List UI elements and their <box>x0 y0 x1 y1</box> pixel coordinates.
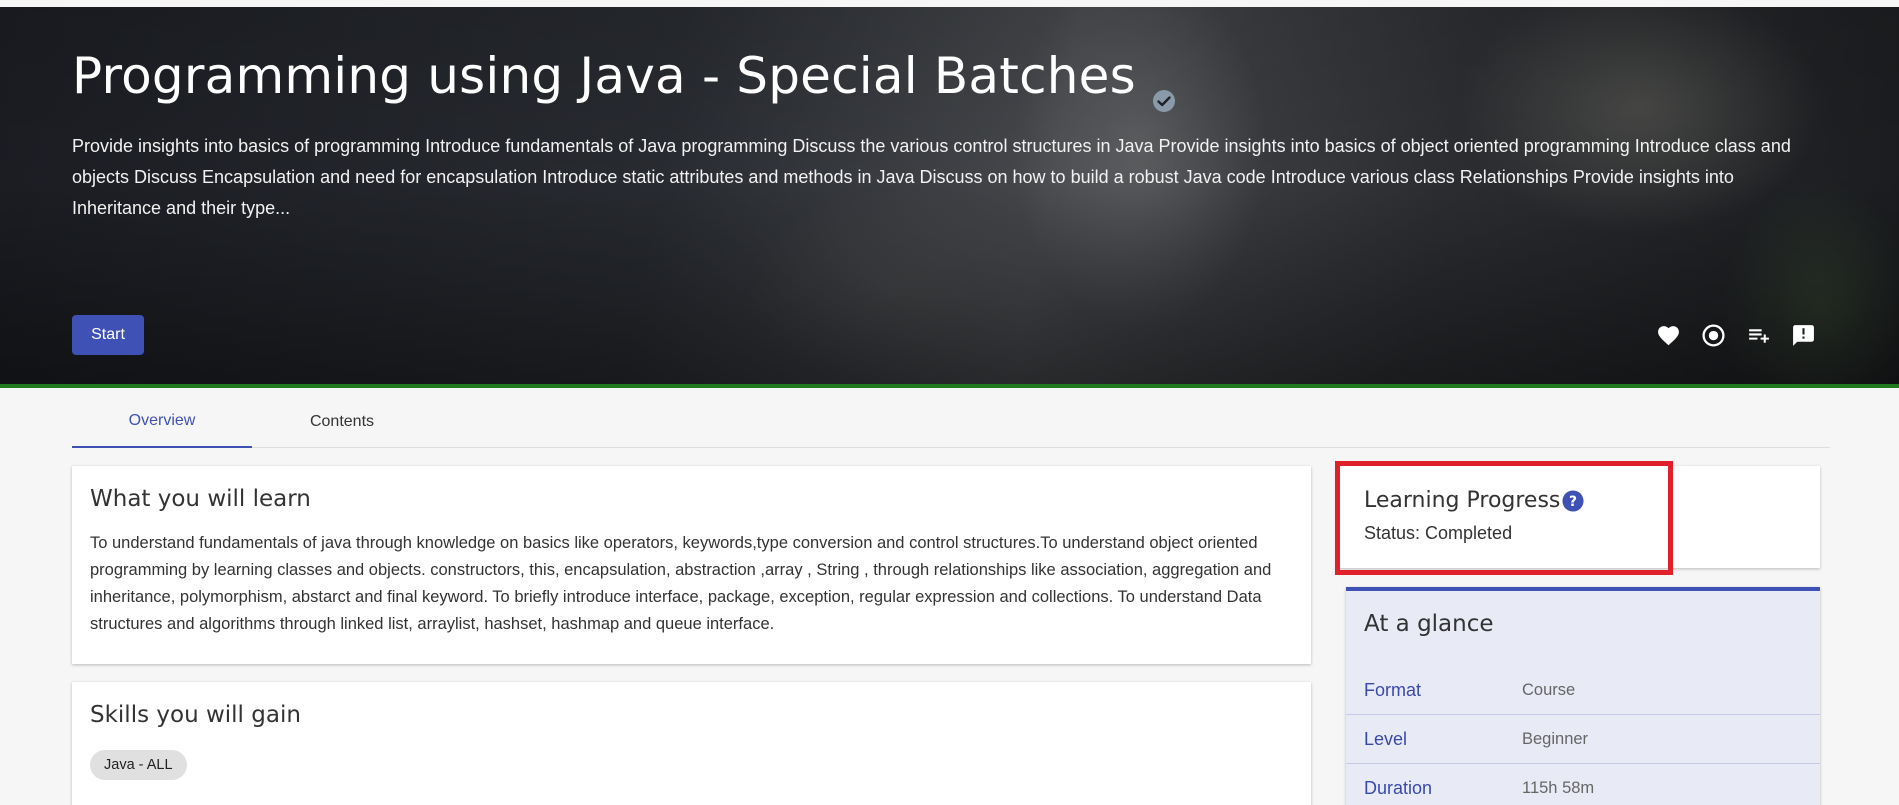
at-a-glance-card: At a glance Format Course Level Beginner… <box>1346 587 1820 805</box>
skills-title: Skills you will gain <box>90 702 301 728</box>
target-icon[interactable] <box>1701 323 1726 348</box>
playlist-add-icon[interactable] <box>1746 323 1771 348</box>
glance-value: Beginner <box>1522 729 1589 748</box>
glance-key: Duration <box>1364 778 1433 798</box>
what-you-will-learn-card: What you will learn To understand fundam… <box>72 466 1311 664</box>
verified-check-icon <box>1152 67 1176 112</box>
heart-icon[interactable] <box>1656 323 1681 348</box>
glance-key: Level <box>1364 728 1408 749</box>
learn-title: What you will learn <box>90 486 311 512</box>
course-title-text: Programming using Java - Special Batches <box>72 47 1136 105</box>
start-button[interactable]: Start <box>72 315 144 355</box>
glance-key: Format <box>1364 679 1422 700</box>
highlight-annotation-box <box>1335 461 1673 575</box>
glance-row-duration: Duration 115h 58m <box>1346 764 1820 805</box>
tab-contents[interactable]: Contents <box>252 396 432 448</box>
tab-overview[interactable]: Overview <box>72 396 252 448</box>
course-tabs: Overview Contents <box>72 396 1830 448</box>
hero-action-bar <box>1656 323 1816 348</box>
glance-title: At a glance <box>1364 611 1494 637</box>
skills-card: Skills you will gain Java - ALL <box>72 682 1311 805</box>
glance-row-format: Format Course <box>1346 666 1820 715</box>
course-description: Provide insights into basics of programm… <box>72 136 1791 218</box>
course-title: Programming using Java - Special Batches <box>72 47 1176 112</box>
feedback-icon[interactable] <box>1791 323 1816 348</box>
glance-value: Course <box>1522 680 1576 699</box>
learn-text: To understand fundamentals of java throu… <box>90 534 1272 633</box>
skill-chip[interactable]: Java - ALL <box>90 750 187 780</box>
glance-value: 115h 58m <box>1522 779 1595 797</box>
glance-row-level: Level Beginner <box>1346 715 1820 764</box>
course-hero-banner: Programming using Java - Special Batches… <box>0 7 1899 388</box>
